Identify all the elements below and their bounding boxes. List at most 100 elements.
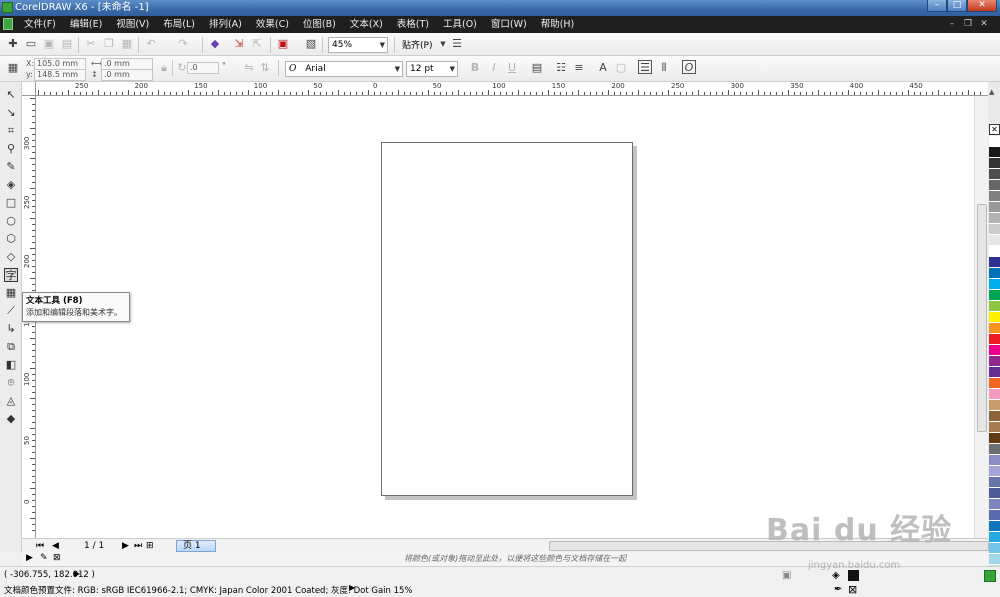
palette-swatch[interactable] — [989, 323, 1000, 334]
fill-tool-icon[interactable]: ◆ — [4, 412, 18, 426]
save-icon[interactable]: ▣ — [42, 37, 56, 51]
status-arrow-icon[interactable]: ▶ — [74, 569, 80, 578]
rectangle-tool-icon[interactable]: □ — [4, 196, 18, 210]
search-content-icon[interactable]: ◆ — [208, 37, 222, 51]
menu-item-3[interactable]: 布局(L) — [163, 16, 195, 33]
palette-swatch[interactable] — [989, 510, 1000, 521]
redo-icon[interactable]: ↷ — [176, 37, 190, 51]
menu-item-9[interactable]: 工具(O) — [443, 16, 477, 33]
transparency-tool-icon[interactable]: ◧ — [4, 358, 18, 372]
palette-swatch[interactable] — [989, 312, 1000, 323]
doc-close-icon[interactable]: ✕ — [978, 18, 990, 30]
shape-tool-icon[interactable]: ↘ — [4, 106, 18, 120]
ruler-origin[interactable] — [22, 82, 36, 96]
dimension-tool-icon[interactable]: ⟋ — [4, 304, 18, 318]
vertical-scroll-thumb[interactable] — [977, 204, 987, 432]
menu-item-11[interactable]: 帮助(H) — [541, 16, 575, 33]
palette-swatch[interactable] — [989, 543, 1000, 554]
blend-tool-icon[interactable]: ⧉ — [4, 340, 18, 354]
menu-item-6[interactable]: 位图(B) — [303, 16, 336, 33]
palette-swatch[interactable] — [989, 554, 1000, 565]
undo-icon[interactable]: ↶ — [144, 37, 158, 51]
palette-swatch[interactable] — [989, 213, 1000, 224]
open-icon[interactable]: ▭ — [24, 37, 38, 51]
palette-swatch[interactable] — [989, 477, 1000, 488]
menu-item-8[interactable]: 表格(T) — [397, 16, 429, 33]
palette-swatch[interactable] — [989, 290, 1000, 301]
no-color-icon[interactable]: ⊠ — [53, 553, 61, 563]
menu-item-10[interactable]: 窗口(W) — [491, 16, 527, 33]
palette-swatch[interactable] — [989, 202, 1000, 213]
page-tab-1[interactable]: 页 1 — [176, 540, 216, 552]
menu-item-1[interactable]: 编辑(E) — [70, 16, 102, 33]
palette-swatch[interactable] — [989, 488, 1000, 499]
zoom-level-select[interactable]: 45% ▼ — [328, 37, 388, 53]
doc-restore-icon[interactable]: ❐ — [962, 18, 974, 30]
bullet-list-icon[interactable]: ☷ — [554, 61, 568, 75]
palette-swatch[interactable] — [989, 268, 1000, 279]
palette-swatch[interactable] — [989, 433, 1000, 444]
palette-swatch[interactable] — [989, 532, 1000, 543]
drop-cap-icon[interactable]: ≡ — [572, 61, 586, 75]
document-page[interactable] — [381, 142, 633, 496]
palette-swatch[interactable] — [989, 136, 1000, 147]
palette-expand-icon[interactable]: ▶ — [26, 553, 33, 563]
palette-swatch[interactable] — [989, 301, 1000, 312]
import-icon[interactable]: ⇲ — [232, 37, 246, 51]
palette-swatch[interactable] — [989, 191, 1000, 202]
bold-icon[interactable]: B — [468, 61, 482, 75]
palette-swatch[interactable] — [989, 246, 1000, 257]
drawing-canvas[interactable] — [36, 96, 974, 538]
height-field[interactable]: .0 mm — [101, 69, 153, 81]
smart-fill-tool-icon[interactable]: ◈ — [4, 178, 18, 192]
options-icon[interactable]: ☰ — [450, 37, 464, 51]
crop-tool-icon[interactable]: ⌗ — [4, 124, 18, 138]
cut-icon[interactable]: ✂ — [84, 37, 98, 51]
basic-shapes-tool-icon[interactable]: ◇ — [4, 250, 18, 264]
font-family-select[interactable]: O Arial ▼ — [285, 61, 403, 77]
menu-item-2[interactable]: 视图(V) — [116, 16, 149, 33]
close-button[interactable]: ✕ — [967, 0, 997, 12]
new-document-icon[interactable]: ✚ — [6, 37, 20, 51]
rotation-angle-field[interactable]: .0 — [187, 62, 219, 74]
export-icon[interactable]: ⇱ — [250, 37, 264, 51]
vertical-scrollbar[interactable] — [974, 96, 988, 538]
vertical-text-icon[interactable]: ⦀ — [657, 61, 671, 75]
y-position-field[interactable]: 148.5 mm — [34, 69, 86, 81]
palette-swatch[interactable] — [989, 411, 1000, 422]
snap-to-menu[interactable]: 贴齐(P) — [402, 38, 432, 51]
font-size-select[interactable]: 12 pt ▼ — [406, 61, 458, 77]
palette-swatch[interactable] — [989, 169, 1000, 180]
edit-text-icon[interactable]: ▢ — [614, 61, 628, 75]
print-icon[interactable]: ▤ — [60, 37, 74, 51]
next-page-icon[interactable]: ▶ — [122, 540, 129, 552]
prev-page-icon[interactable]: ◀ — [52, 540, 59, 552]
palette-swatch[interactable] — [989, 499, 1000, 510]
text-tool-icon[interactable]: 字 — [4, 268, 18, 282]
welcome-screen-icon[interactable]: ▧ — [304, 37, 318, 51]
minimize-button[interactable]: – — [927, 0, 947, 12]
text-alignment-icon[interactable]: ▤ — [530, 61, 544, 75]
mirror-vertical-icon[interactable]: ⇅ — [258, 61, 272, 75]
doc-minimize-icon[interactable]: – — [946, 18, 958, 30]
palette-swatch[interactable] — [989, 158, 1000, 169]
palette-scroll-up-icon[interactable]: ▲ — [989, 88, 994, 96]
character-formatting-icon[interactable]: A — [596, 61, 610, 75]
ellipse-tool-icon[interactable]: ○ — [4, 214, 18, 228]
copy-icon[interactable]: ❐ — [102, 37, 116, 51]
eyedropper-icon[interactable]: ✎ — [40, 553, 48, 563]
palette-swatch[interactable] — [989, 521, 1000, 532]
table-tool-icon[interactable]: ▦ — [4, 286, 18, 300]
palette-swatch[interactable] — [989, 444, 1000, 455]
horizontal-text-icon[interactable]: ☰ — [638, 60, 652, 74]
eyedropper-tool-icon[interactable]: ⌾ — [4, 376, 18, 390]
palette-swatch[interactable] — [989, 400, 1000, 411]
connector-tool-icon[interactable]: ↳ — [4, 322, 18, 336]
zoom-tool-icon[interactable]: ⚲ — [4, 142, 18, 156]
palette-swatch[interactable] — [989, 422, 1000, 433]
first-page-icon[interactable]: ⏮ — [36, 540, 44, 552]
last-page-icon[interactable]: ⏭ — [134, 540, 142, 552]
mirror-horizontal-icon[interactable]: ⇋ — [242, 61, 256, 75]
polygon-tool-icon[interactable]: ⬡ — [4, 232, 18, 246]
add-page-icon[interactable]: ⊞ — [146, 540, 154, 552]
